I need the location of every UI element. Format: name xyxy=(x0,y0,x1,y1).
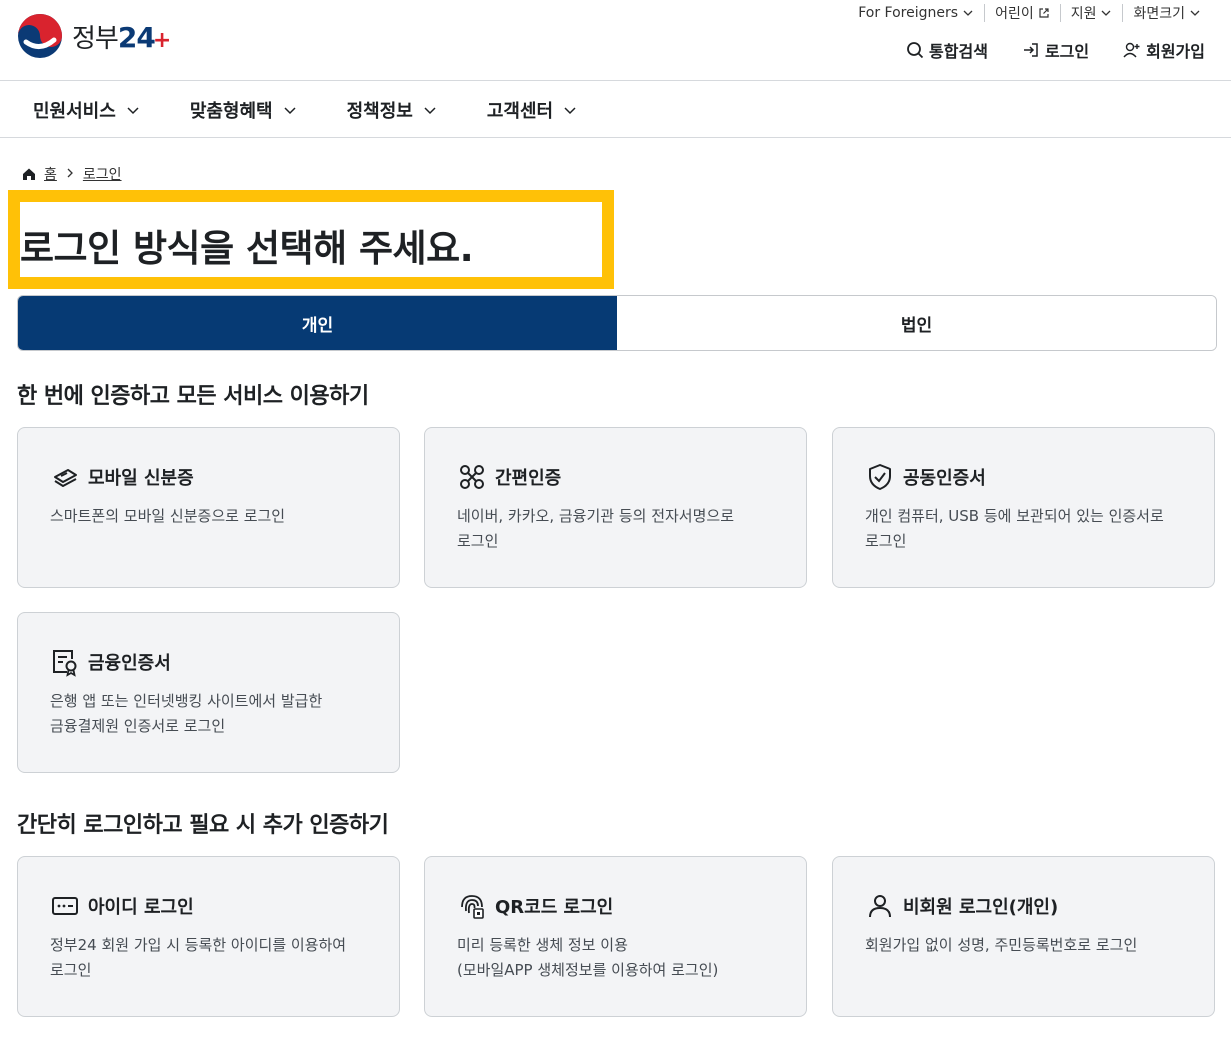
certificate-icon xyxy=(53,650,77,677)
signup-button[interactable]: 회원가입 xyxy=(1123,38,1205,62)
card-description: 회원가입 없이 성명, 주민등록번호로 로그인 xyxy=(865,936,1138,954)
card-qr-login[interactable]: QR코드 로그인 미리 등록한 생체 정보 이용 (모바일APP 생체정보를 이… xyxy=(424,856,807,1017)
card-head: 모바일 신분증 xyxy=(50,462,367,492)
card-joint-certificate[interactable]: 공동인증서 개인 컴퓨터, USB 등에 보관되어 있는 인증서로 로그인 xyxy=(832,427,1215,588)
page-title: 로그인 방식을 선택해 주세요. xyxy=(20,227,474,270)
card-title: QR코드 로그인 xyxy=(495,897,614,918)
section-title-simple-login: 간단히 로그인하고 필요 시 추가 인증하기 xyxy=(17,813,389,838)
login-type-tabs: 개인 법인 xyxy=(17,295,1217,351)
shield-check-icon xyxy=(869,464,891,490)
signup-label: 회원가입 xyxy=(1146,42,1205,61)
card-description: 스마트폰의 모바일 신분증으로 로그인 xyxy=(50,507,286,525)
gov24-logo[interactable]: 정부 24 + xyxy=(16,12,171,60)
breadcrumb-separator xyxy=(65,166,75,182)
card-title: 간편인증 xyxy=(495,468,562,489)
taeguk-logo-icon xyxy=(18,14,62,58)
simple-auth-icon xyxy=(460,465,484,489)
chevron-down-icon xyxy=(1190,10,1200,16)
card-title: 아이디 로그인 xyxy=(88,897,194,918)
card-description: 개인 컴퓨터, USB 등에 보관되어 있는 인증서로 로그인 xyxy=(865,507,1164,550)
gnb-item-civil-service[interactable]: 민원서비스 xyxy=(33,97,140,123)
util-label: For Foreigners xyxy=(858,5,959,21)
gnb-label: 정책정보 xyxy=(346,100,413,122)
card-guest-login[interactable]: 비회원 로그인(개인) 회원가입 없이 성명, 주민등록번호로 로그인 xyxy=(832,856,1215,1017)
logo-text-plus: + xyxy=(152,27,171,53)
user-icon xyxy=(869,895,891,918)
logo-text-main: 정부 xyxy=(72,23,119,54)
card-title: 비회원 로그인(개인) xyxy=(903,897,1059,918)
home-icon xyxy=(23,168,35,180)
card-title: 금융인증서 xyxy=(88,653,171,674)
login-button[interactable]: 로그인 xyxy=(1022,38,1089,62)
id-card-icon xyxy=(52,897,78,915)
page-title-highlight-box: 로그인 방식을 선택해 주세요. xyxy=(8,190,614,289)
chevron-down-icon xyxy=(127,106,139,114)
util-label: 어린이 xyxy=(995,6,1034,22)
gnb-label: 민원서비스 xyxy=(33,100,116,122)
tab-corporate[interactable]: 법인 xyxy=(617,296,1216,350)
gnb-item-custom-benefits[interactable]: 맞춤형혜택 xyxy=(190,97,297,123)
logo-text-num: 24 xyxy=(117,20,156,54)
util-kids[interactable]: 어린이 xyxy=(984,4,1060,22)
external-link-icon xyxy=(1039,8,1049,18)
card-description: 은행 앱 또는 인터넷뱅킹 사이트에서 발급한 금융결제원 인증서로 로그인 xyxy=(50,692,323,735)
tab-individual[interactable]: 개인 xyxy=(18,296,617,350)
user-add-icon xyxy=(1123,42,1140,58)
search-icon xyxy=(907,42,924,59)
card-head: QR코드 로그인 xyxy=(457,891,774,921)
gnb-item-policy-info[interactable]: 정책정보 xyxy=(347,97,437,123)
card-head: 공동인증서 xyxy=(865,462,1182,492)
chevron-down-icon xyxy=(284,106,296,114)
card-id-login[interactable]: 아이디 로그인 정부24 회원 가입 시 등록한 아이디를 이용하여 로그인 xyxy=(17,856,400,1017)
util-for-foreigners[interactable]: For Foreigners xyxy=(848,4,984,22)
util-screen-size[interactable]: 화면크기 xyxy=(1122,4,1211,22)
card-head: 아이디 로그인 xyxy=(50,891,367,921)
chevron-down-icon xyxy=(564,106,576,114)
header-actions: 통합검색 로그인 회원가입 xyxy=(906,38,1205,62)
chevron-down-icon xyxy=(1102,10,1111,16)
login-icon xyxy=(1023,43,1038,57)
main-navigation: 민원서비스 맞춤형혜택 정책정보 고객센터 xyxy=(0,82,1231,138)
util-support[interactable]: 지원 xyxy=(1059,4,1123,22)
card-financial-certificate[interactable]: 금융인증서 은행 앱 또는 인터넷뱅킹 사이트에서 발급한 금융결제원 인증서로… xyxy=(17,612,400,773)
logo-text: 정부 24 + xyxy=(72,18,171,55)
card-simple-auth[interactable]: 간편인증 네이버, 카카오, 금융기관 등의 전자서명으로 로그인 xyxy=(424,427,807,588)
mobile-id-icon xyxy=(54,469,77,487)
card-head: 금융인증서 xyxy=(50,647,367,677)
breadcrumb-current-link[interactable]: 로그인 xyxy=(83,164,122,184)
chevron-right-icon xyxy=(67,168,73,178)
card-title: 공동인증서 xyxy=(903,468,986,489)
gnb-label: 고객센터 xyxy=(486,100,554,122)
card-mobile-id[interactable]: 모바일 신분증 스마트폰의 모바일 신분증으로 로그인 xyxy=(17,427,400,588)
section-title-full-auth: 한 번에 인증하고 모든 서비스 이용하기 xyxy=(17,384,369,409)
card-description: 정부24 회원 가입 시 등록한 아이디를 이용하여 로그인 xyxy=(50,936,347,979)
util-label: 화면크기 xyxy=(1133,6,1185,22)
card-head: 간편인증 xyxy=(457,462,774,492)
breadcrumb: 홈 로그인 xyxy=(22,164,122,184)
card-description: 네이버, 카카오, 금융기관 등의 전자서명으로 로그인 xyxy=(457,507,735,550)
card-head: 비회원 로그인(개인) xyxy=(865,891,1182,921)
header: 정부 24 + For Foreigners 어린이 지원 화면크기 통합검색 로그… xyxy=(0,0,1231,81)
fingerprint-qr-icon xyxy=(461,895,484,919)
search-label: 통합검색 xyxy=(929,42,988,61)
utility-menu: For Foreigners 어린이 지원 화면크기 xyxy=(848,4,1211,22)
gnb-item-customer-center[interactable]: 고객센터 xyxy=(487,97,577,123)
util-label: 지원 xyxy=(1070,6,1097,22)
gnb-label: 맞춤형혜택 xyxy=(189,100,273,122)
card-title: 모바일 신분증 xyxy=(88,468,194,489)
card-description: 미리 등록한 생체 정보 이용 (모바일APP 생체정보를 이용하여 로그인) xyxy=(457,936,719,979)
breadcrumb-home-link[interactable]: 홈 xyxy=(44,164,57,184)
chevron-down-icon xyxy=(963,10,973,16)
login-label: 로그인 xyxy=(1044,42,1090,61)
chevron-down-icon xyxy=(424,106,436,114)
integrated-search-button[interactable]: 통합검색 xyxy=(906,38,988,62)
